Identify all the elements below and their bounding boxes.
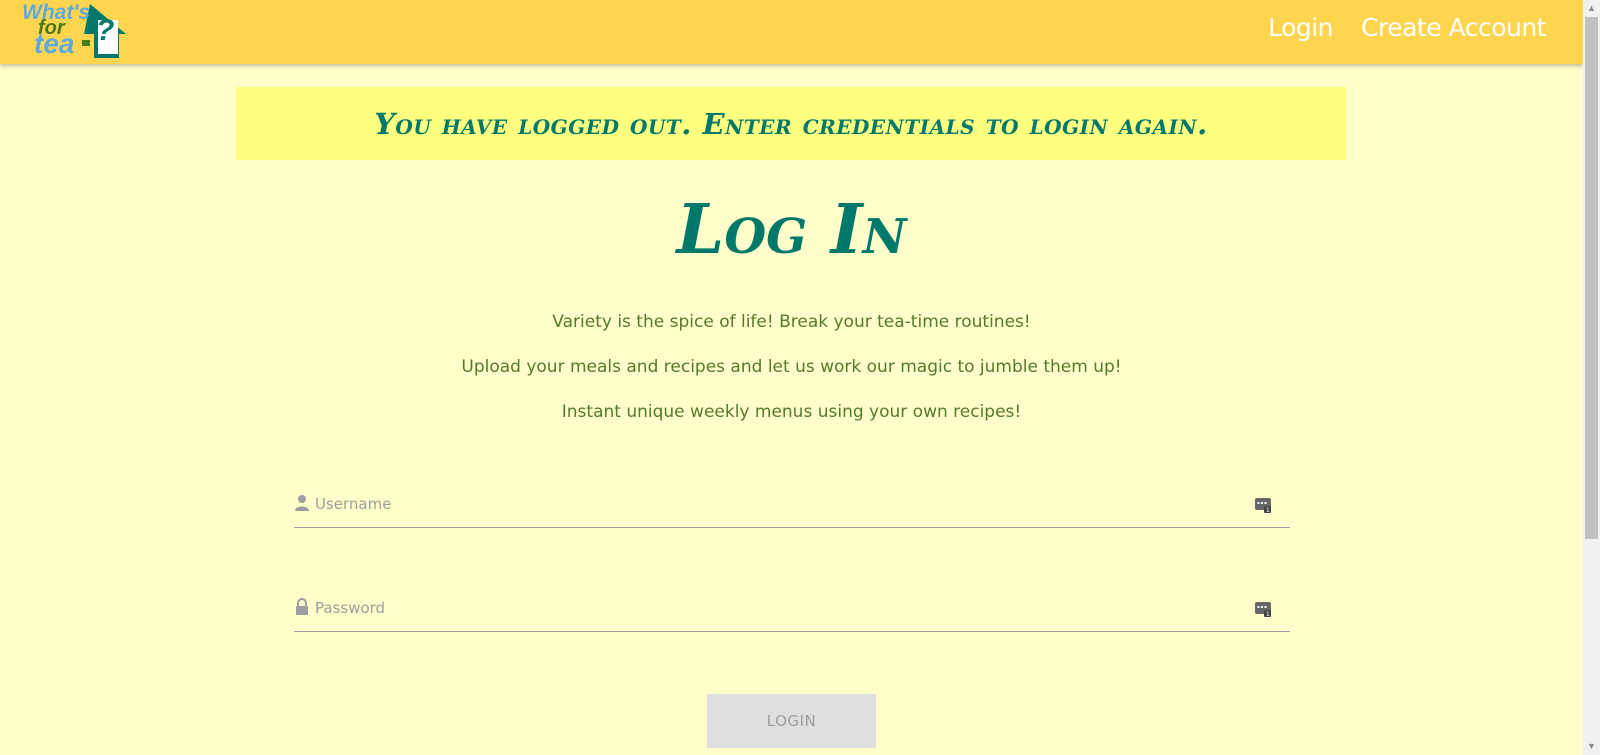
scroll-up-arrow-icon[interactable]: ▲ (1583, 0, 1600, 17)
login-button[interactable]: LOGIN (707, 694, 876, 748)
password-input[interactable] (313, 591, 1217, 625)
user-icon (295, 495, 309, 511)
page-title: Log In (676, 190, 907, 270)
logo-question-mark: ? (96, 14, 115, 47)
scrollbar-thumb[interactable] (1585, 17, 1598, 539)
logo-text-tea: tea (34, 28, 75, 59)
tagline-3: Instant unique weekly menus using your o… (561, 402, 1022, 422)
page-scrollbar[interactable]: ▲ ▼ (1583, 0, 1600, 755)
password-manager-icon[interactable]: 1 (1254, 496, 1272, 514)
username-field: 1 (294, 487, 1290, 528)
svg-text:1: 1 (1266, 611, 1270, 618)
tagline-1: Variety is the spice of life! Break your… (552, 312, 1031, 332)
nav-links: Login Create Account (1268, 13, 1546, 42)
nav-create-account-link[interactable]: Create Account (1361, 13, 1546, 42)
logo[interactable]: What's for tea ? (18, 0, 140, 64)
nav-login-link[interactable]: Login (1268, 13, 1333, 42)
tagline-2: Upload your meals and recipes and let us… (461, 357, 1122, 377)
logout-alert: You have logged out. Enter credentials t… (236, 87, 1346, 160)
top-navbar: What's for tea ? Login Create Account (0, 0, 1583, 64)
username-input[interactable] (313, 487, 1217, 521)
password-field: 1 (294, 591, 1290, 632)
svg-text:1: 1 (1266, 507, 1270, 514)
scroll-down-arrow-icon[interactable]: ▼ (1583, 738, 1600, 755)
password-manager-icon[interactable]: 1 (1254, 600, 1272, 618)
logout-alert-text: You have logged out. Enter credentials t… (374, 106, 1208, 141)
lock-icon (296, 598, 308, 615)
